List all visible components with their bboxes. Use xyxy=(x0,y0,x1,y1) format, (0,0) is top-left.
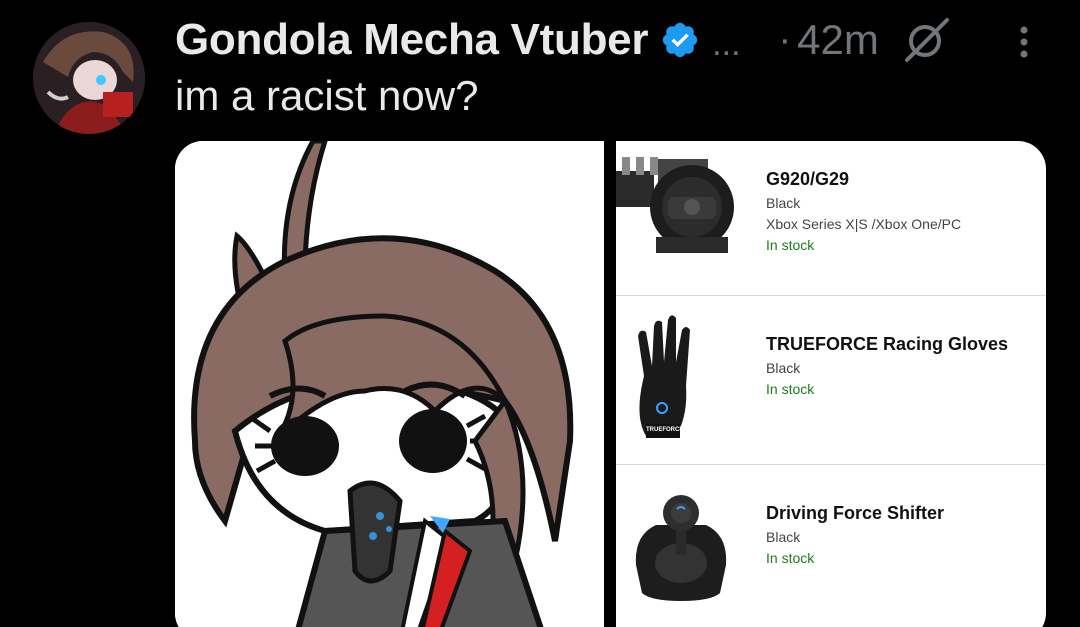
display-name[interactable]: Gondola Mecha Vtuber xyxy=(175,15,648,65)
racing-wheel-image xyxy=(616,141,766,281)
timestamp[interactable]: 42m xyxy=(797,16,879,64)
avatar[interactable] xyxy=(33,22,145,134)
product-stock-status: In stock xyxy=(766,381,815,397)
product-name: Driving Force Shifter xyxy=(766,503,945,523)
product-name: G920/G29 xyxy=(766,169,850,189)
tweet[interactable]: Gondola Mecha Vtuber ... · 42m im a raci… xyxy=(0,0,1080,627)
product-color: Black xyxy=(766,195,801,211)
separator-dot: · xyxy=(778,18,792,61)
product-color: Black xyxy=(766,360,801,376)
character-drawing-image[interactable] xyxy=(175,141,604,627)
verified-badge-icon[interactable] xyxy=(660,20,700,60)
tweet-header: Gondola Mecha Vtuber ... · 42m xyxy=(175,10,1055,70)
racing-gloves-image: TRUEFORCE xyxy=(616,306,766,446)
product-compatibility: Xbox Series X|S /Xbox One/PC xyxy=(766,216,962,232)
product-name: TRUEFORCE Racing Gloves xyxy=(766,334,1009,354)
tweet-text: im a racist now? xyxy=(175,72,479,119)
product-item[interactable]: Driving Force Shifter Black In stock xyxy=(616,465,1046,627)
media-attachment[interactable]: G920/G29 Black Xbox Series X|S /Xbox One… xyxy=(175,141,1046,627)
product-item[interactable]: TRUEFORCE TRUEFORCE Racing Gloves Black … xyxy=(616,296,1046,464)
product-color: Black xyxy=(766,529,801,545)
product-list-image[interactable]: G920/G29 Black Xbox Series X|S /Xbox One… xyxy=(616,141,1046,627)
name-truncation: ... xyxy=(712,25,741,63)
glove-logo-text: TRUEFORCE xyxy=(646,427,684,433)
avatar-image xyxy=(33,22,145,134)
product-stock-status: In stock xyxy=(766,237,815,253)
product-item[interactable]: G920/G29 Black Xbox Series X|S /Xbox One… xyxy=(616,141,1046,295)
grok-icon[interactable] xyxy=(901,14,953,66)
more-vertical-icon[interactable] xyxy=(1012,22,1036,62)
gear-shifter-image xyxy=(616,475,766,615)
product-stock-status: In stock xyxy=(766,550,815,566)
